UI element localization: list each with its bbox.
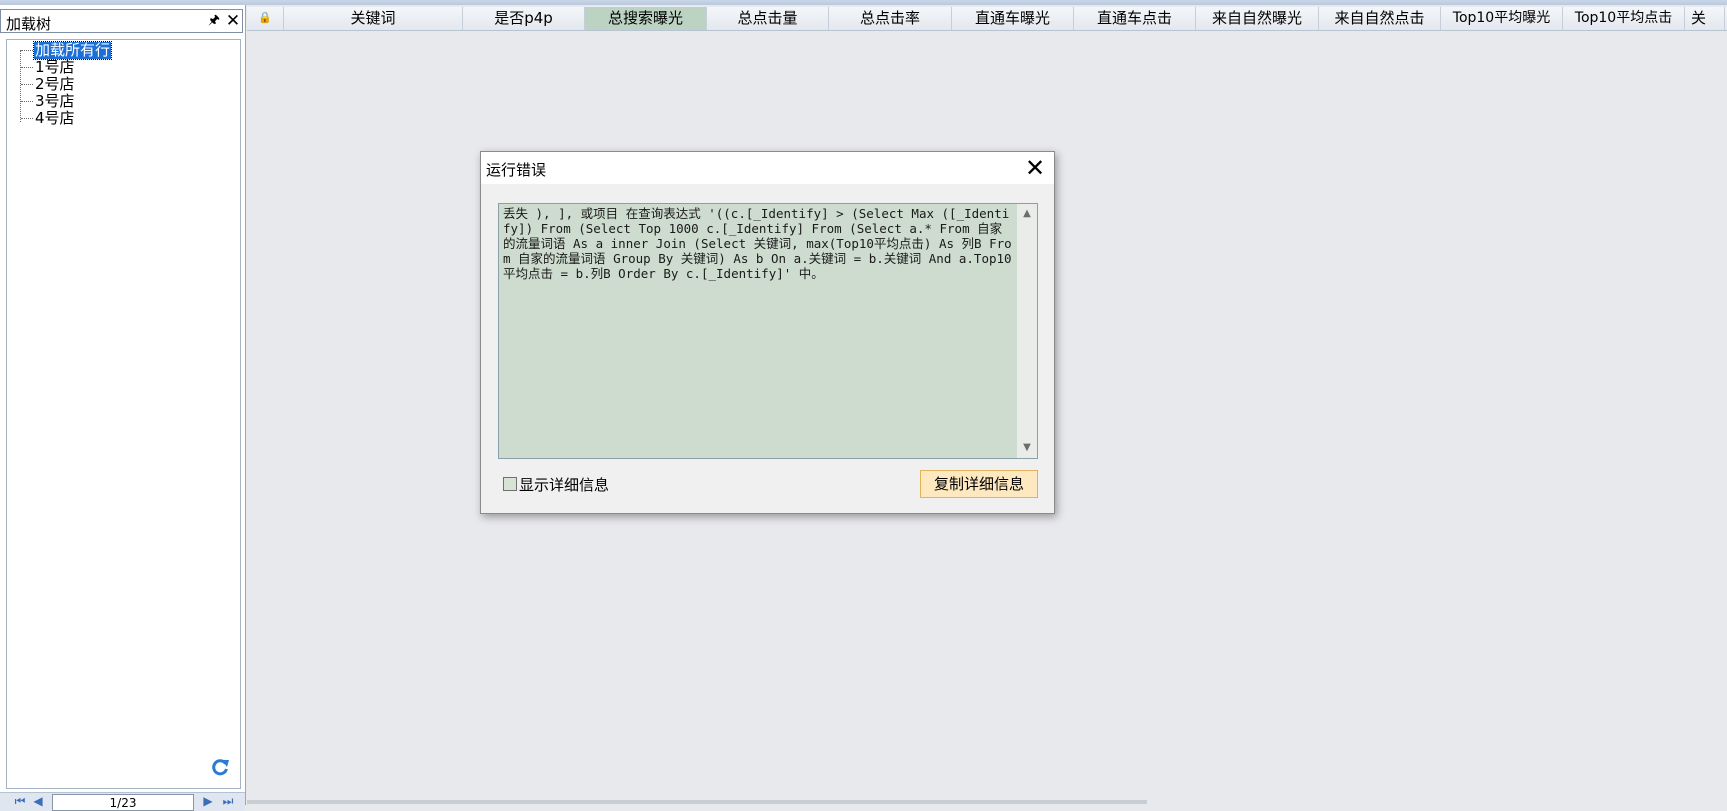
panel-title: 加载树: [6, 15, 52, 33]
panel-header: 加载树 🖈 ✕: [0, 9, 243, 33]
tree-item-label: 4号店: [35, 109, 75, 127]
error-message-box[interactable]: 丢失 ), ], 或项目 在查询表达式 '((c.[_Identify] > (…: [498, 203, 1038, 459]
column-header[interactable]: 来自自然点击: [1319, 7, 1441, 30]
prev-page-button[interactable]: ◀: [30, 793, 46, 809]
panel-close-icon[interactable]: ✕: [225, 12, 241, 30]
last-page-button[interactable]: ⏭: [220, 793, 236, 809]
error-dialog: 运行错误 ✕ 丢失 ), ], 或项目 在查询表达式 '((c.[_Identi…: [480, 151, 1055, 514]
column-header[interactable]: 直通车曝光: [952, 7, 1074, 30]
grid-header: 🔒 关键词 是否p4p 总搜索曝光 总点击量 总点击率 直通车曝光 直通车点击 …: [247, 7, 1727, 31]
vertical-scrollbar[interactable]: ▲ ▼: [1017, 204, 1037, 458]
tree-item-label: 1号店: [35, 58, 75, 76]
lock-icon[interactable]: 🔒: [247, 7, 284, 30]
load-tree-panel: 加载树 🖈 ✕ 加载所有行 1号店 2号店 3号店 4号店 ⏮ ◀ 1/23 ▶…: [0, 5, 246, 811]
column-header[interactable]: Top10平均曝光: [1441, 7, 1563, 30]
close-icon[interactable]: ✕: [1020, 154, 1050, 182]
dialog-titlebar[interactable]: 运行错误 ✕: [481, 152, 1054, 184]
store-tree: 加载所有行 1号店 2号店 3号店 4号店: [6, 39, 241, 789]
scroll-down-icon[interactable]: ▼: [1019, 440, 1035, 456]
tree-item-load-all[interactable]: 加载所有行: [21, 41, 113, 60]
column-header[interactable]: 是否p4p: [463, 7, 585, 30]
error-message-text: 丢失 ), ], 或项目 在查询表达式 '((c.[_Identify] > (…: [503, 206, 1012, 281]
page-input[interactable]: 1/23: [52, 794, 194, 811]
refresh-icon[interactable]: [210, 757, 230, 777]
tree-item-label: 2号店: [35, 75, 75, 93]
first-page-button[interactable]: ⏮: [12, 793, 28, 809]
horizontal-scrollbar[interactable]: [247, 800, 1147, 804]
pin-icon[interactable]: 🖈: [207, 14, 221, 28]
tree-item-store-4[interactable]: 4号店: [21, 110, 76, 127]
tree-item-label: 加载所有行: [32, 41, 113, 60]
show-details-checkbox[interactable]: [503, 477, 517, 491]
column-header[interactable]: 来自自然曝光: [1196, 7, 1319, 30]
column-header[interactable]: 关键词: [284, 7, 463, 30]
column-header[interactable]: 关: [1685, 7, 1725, 30]
column-header-active[interactable]: 总搜索曝光: [585, 7, 707, 30]
column-header[interactable]: 直通车点击: [1074, 7, 1196, 30]
next-page-button[interactable]: ▶: [200, 793, 216, 809]
column-header[interactable]: 总点击量: [707, 7, 829, 30]
dialog-title: 运行错误: [486, 161, 547, 179]
column-header[interactable]: 总点击率: [829, 7, 952, 30]
show-details-label: 显示详细信息: [519, 475, 610, 494]
copy-details-button[interactable]: 复制详细信息: [920, 470, 1038, 498]
tree-item-label: 3号店: [35, 92, 75, 110]
column-header[interactable]: Top10平均点击: [1563, 7, 1685, 30]
show-details-toggle[interactable]: 显示详细信息: [503, 475, 610, 494]
tree-item-store-3[interactable]: 3号店: [21, 93, 76, 110]
scroll-up-icon[interactable]: ▲: [1019, 206, 1035, 222]
tree-item-store-2[interactable]: 2号店: [21, 76, 76, 93]
pager: ⏮ ◀ 1/23 ▶ ⏭: [0, 792, 245, 811]
tree-item-store-1[interactable]: 1号店: [21, 59, 76, 76]
